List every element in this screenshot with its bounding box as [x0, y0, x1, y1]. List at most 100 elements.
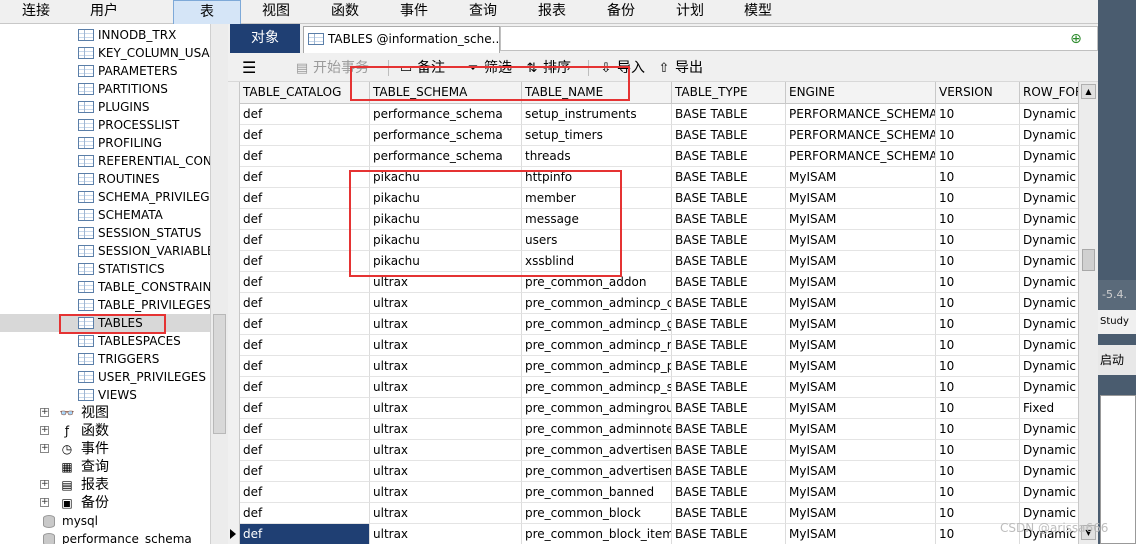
table-cell[interactable]: pre_common_block — [522, 503, 672, 524]
expand-icon[interactable]: + — [40, 480, 49, 489]
expand-icon[interactable]: + — [40, 444, 49, 453]
table-cell[interactable]: MyISAM — [786, 398, 936, 419]
table-cell[interactable]: def — [240, 230, 370, 251]
scroll-up-icon[interactable]: ▲ — [1081, 84, 1096, 99]
tree-scrollbar-thumb[interactable] — [213, 314, 226, 434]
table-cell[interactable]: member — [522, 188, 672, 209]
table-cell[interactable]: BASE TABLE — [672, 461, 786, 482]
menu-table[interactable]: 表 — [173, 0, 241, 24]
table-cell[interactable]: setup_instruments — [522, 104, 672, 125]
column-header[interactable]: TABLE_SCHEMA — [370, 82, 522, 104]
tree-table-item[interactable]: INNODB_TRX — [0, 26, 210, 44]
table-cell[interactable]: ultrax — [370, 272, 522, 293]
table-cell[interactable]: MyISAM — [786, 419, 936, 440]
expand-icon[interactable]: + — [40, 408, 49, 417]
tree-table-item[interactable]: VIEWS — [0, 386, 210, 404]
table-cell[interactable]: ultrax — [370, 524, 522, 544]
table-cell[interactable]: def — [240, 335, 370, 356]
table-cell[interactable]: pre_common_advertisement — [522, 440, 672, 461]
table-cell[interactable]: BASE TABLE — [672, 335, 786, 356]
table-cell[interactable]: MyISAM — [786, 251, 936, 272]
menu-user[interactable]: 用户 — [74, 0, 134, 24]
tree-table-item[interactable]: TABLES — [0, 314, 210, 332]
table-cell[interactable]: MyISAM — [786, 440, 936, 461]
tree-table-item[interactable]: PROFILING — [0, 134, 210, 152]
expand-icon[interactable]: + — [40, 426, 49, 435]
table-cell[interactable]: def — [240, 125, 370, 146]
table-cell[interactable]: BASE TABLE — [672, 104, 786, 125]
table-cell[interactable]: BASE TABLE — [672, 419, 786, 440]
table-cell[interactable]: 10 — [936, 398, 1020, 419]
table-cell[interactable]: 10 — [936, 272, 1020, 293]
table-cell[interactable]: xssblind — [522, 251, 672, 272]
table-cell[interactable]: setup_timers — [522, 125, 672, 146]
table-cell[interactable]: MyISAM — [786, 167, 936, 188]
table-cell[interactable]: def — [240, 188, 370, 209]
table-cell[interactable]: pre_common_admincp_session — [522, 377, 672, 398]
tree-table-item[interactable]: TABLE_CONSTRAINTS — [0, 278, 210, 296]
tree-table-item[interactable]: USER_PRIVILEGES — [0, 368, 210, 386]
menu-view[interactable]: 视图 — [246, 0, 306, 24]
table-cell[interactable]: pikachu — [370, 209, 522, 230]
table-cell[interactable]: BASE TABLE — [672, 293, 786, 314]
tree-table-item[interactable]: KEY_COLUMN_USAGE — [0, 44, 210, 62]
table-cell[interactable]: message — [522, 209, 672, 230]
table-cell[interactable]: 10 — [936, 419, 1020, 440]
table-cell[interactable]: BASE TABLE — [672, 482, 786, 503]
table-cell[interactable]: BASE TABLE — [672, 251, 786, 272]
table-cell[interactable]: PERFORMANCE_SCHEMA — [786, 146, 936, 167]
table-cell[interactable]: ultrax — [370, 503, 522, 524]
column-header[interactable]: TABLE_TYPE — [672, 82, 786, 104]
table-cell[interactable]: def — [240, 314, 370, 335]
import-button[interactable]: ⇩ 导入 — [598, 58, 645, 78]
table-cell[interactable]: def — [240, 503, 370, 524]
tree-database-item[interactable]: performance_schema — [0, 530, 210, 544]
tree-database-item[interactable]: mysql — [0, 512, 210, 530]
table-cell[interactable]: ultrax — [370, 356, 522, 377]
table-cell[interactable]: def — [240, 398, 370, 419]
column-header[interactable]: ENGINE — [786, 82, 936, 104]
table-cell[interactable]: pre_common_admincp_member — [522, 335, 672, 356]
table-cell[interactable]: MyISAM — [786, 230, 936, 251]
table-cell[interactable]: pre_common_banned — [522, 482, 672, 503]
sort-button[interactable]: ⇅ 排序 — [524, 58, 571, 78]
table-cell[interactable]: BASE TABLE — [672, 314, 786, 335]
table-cell[interactable]: BASE TABLE — [672, 440, 786, 461]
table-cell[interactable]: 10 — [936, 482, 1020, 503]
table-cell[interactable]: 10 — [936, 335, 1020, 356]
table-cell[interactable]: httpinfo — [522, 167, 672, 188]
tree-table-item[interactable]: PLUGINS — [0, 98, 210, 116]
table-cell[interactable]: BASE TABLE — [672, 167, 786, 188]
tree-group-1[interactable]: + ƒ 函数 — [0, 422, 210, 440]
table-cell[interactable]: def — [240, 377, 370, 398]
table-cell[interactable]: pikachu — [370, 167, 522, 188]
table-cell[interactable]: users — [522, 230, 672, 251]
table-cell[interactable]: BASE TABLE — [672, 209, 786, 230]
export-button[interactable]: ⇧ 导出 — [656, 58, 703, 78]
column-header[interactable]: TABLE_NAME — [522, 82, 672, 104]
expand-icon[interactable]: + — [40, 498, 49, 507]
table-cell[interactable]: performance_schema — [370, 125, 522, 146]
table-cell[interactable]: pre_common_admincp_perm — [522, 356, 672, 377]
column-header[interactable]: VERSION — [936, 82, 1020, 104]
table-cell[interactable]: 10 — [936, 104, 1020, 125]
table-cell[interactable]: pre_common_advertisement_custom — [522, 461, 672, 482]
table-cell[interactable]: MyISAM — [786, 524, 936, 544]
table-cell[interactable]: PERFORMANCE_SCHEMA — [786, 104, 936, 125]
new-tab-icon[interactable]: ⊕ — [1066, 30, 1086, 48]
tree-group-0[interactable]: + 👓 视图 — [0, 404, 210, 422]
tree-group-4[interactable]: + ▤ 报表 — [0, 476, 210, 494]
table-cell[interactable]: BASE TABLE — [672, 503, 786, 524]
table-cell[interactable]: def — [240, 461, 370, 482]
tree-table-item[interactable]: SESSION_VARIABLES — [0, 242, 210, 260]
table-cell[interactable]: ultrax — [370, 293, 522, 314]
table-cell[interactable]: BASE TABLE — [672, 524, 786, 544]
tree-table-item[interactable]: PROCESSLIST — [0, 116, 210, 134]
table-cell[interactable]: ultrax — [370, 335, 522, 356]
table-cell[interactable]: ultrax — [370, 419, 522, 440]
table-cell[interactable]: pre_common_admincp_group — [522, 314, 672, 335]
table-cell[interactable]: 10 — [936, 293, 1020, 314]
column-header[interactable]: TABLE_CATALOG — [240, 82, 370, 104]
tree-table-item[interactable]: STATISTICS — [0, 260, 210, 278]
menu-report[interactable]: 报表 — [522, 0, 582, 24]
